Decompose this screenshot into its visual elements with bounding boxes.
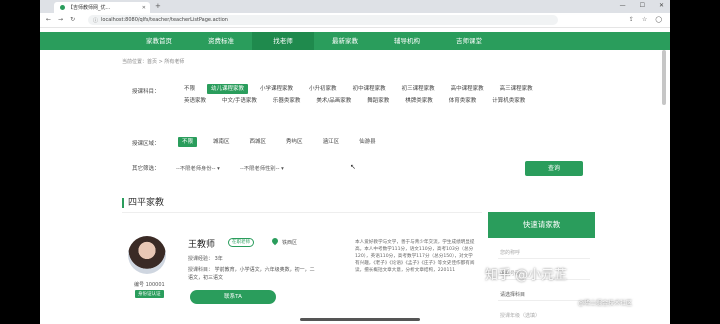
subject-option[interactable]: 乐器类家教 [269, 96, 305, 106]
browser-tab[interactable]: 【吉师教师网_优... ✕ [54, 2, 150, 13]
browser-window: 【吉师教师网_优... ✕ + — ☐ ✕ ← → ↻ ⓘ localhost:… [40, 0, 670, 324]
info-icon[interactable]: ⓘ [93, 17, 98, 24]
nav-pricing[interactable]: 资费标准 [190, 32, 252, 50]
nav-home[interactable]: 家教首页 [128, 32, 190, 50]
subject-option-selected[interactable]: 幼儿课程家教 [207, 84, 249, 94]
area-label: 授课区域： [132, 141, 160, 147]
subject-option[interactable]: 美术/品画家教 [312, 96, 355, 106]
teacher-name[interactable]: 王教师 [188, 237, 215, 250]
area-option[interactable]: 涵江区 [319, 137, 344, 147]
subject-option[interactable]: 棋牌类家教 [401, 96, 437, 106]
subject-label: 授课科目： [132, 89, 160, 95]
share-icon[interactable]: ⇪ [629, 16, 634, 23]
watermark-community: @稀土掘金技术社区 [578, 300, 633, 307]
subject-options: 不限 幼儿课程家教 小学课程家教 小升初家教 初中课程家教 初三课程家教 高中课… [180, 84, 570, 106]
location-pin-icon [270, 236, 280, 246]
subject-option[interactable]: 高三课程家教 [496, 84, 537, 94]
teacher-subjects: 授课科目： 学前教育，小学语文，六年级奥数，初一，二 [188, 267, 315, 273]
minimize-icon[interactable]: — [620, 2, 626, 9]
nav-classroom[interactable]: 吉师课堂 [438, 32, 500, 50]
gender-select[interactable]: --不限老师性别-- ▾ [240, 164, 284, 174]
area-options: 不限 城南区 西城区 秀屿区 涵江区 仙游县 [178, 137, 392, 147]
dropdown-caret-icon: ▾ [281, 166, 284, 172]
teacher-description: 本人爱好教学与文学，善于与青少年交流，学生成绩明显提高。本人中考数学111分，语… [355, 240, 475, 273]
subject-select[interactable]: 请选择科目 [500, 291, 525, 298]
address-bar[interactable]: ⓘ localhost:8080/qlfs/teacher/teacherLis… [88, 15, 558, 25]
mouse-cursor-icon: ↖ [350, 163, 356, 171]
grade-field[interactable]: 授课年级（选填） [500, 312, 540, 319]
subject-option[interactable]: 不限 [180, 84, 199, 94]
other-filter-label: 其它筛选： [132, 166, 160, 172]
subject-option[interactable]: 中文/手语家教 [218, 96, 261, 106]
verified-badge: 身份证认证 [135, 290, 164, 298]
dropdown-caret-icon: ▾ [217, 166, 220, 172]
teacher-subjects-cont: 语文，初三语文 [188, 275, 224, 281]
scrollbar[interactable] [662, 50, 666, 105]
section-title: 四平家教 [122, 198, 164, 208]
breadcrumb: 当前位置：首页 > 所有老师 [122, 59, 185, 65]
teacher-location: 铁西区 [282, 240, 298, 246]
identity-select-value: --不限老师身份-- [176, 166, 216, 172]
name-field[interactable]: 您的称呼 [500, 249, 520, 256]
nav-find-teacher[interactable]: 找老师 [252, 32, 314, 50]
subject-option[interactable]: 体育类家教 [445, 96, 481, 106]
subject-option[interactable]: 英语家教 [180, 96, 210, 106]
watermark: 知乎 @小元芷 [485, 268, 568, 283]
area-option[interactable]: 秀屿区 [282, 137, 307, 147]
subject-option[interactable]: 计算机类家教 [488, 96, 529, 106]
nav-latest[interactable]: 最新家教 [314, 32, 376, 50]
reload-icon[interactable]: ↻ [70, 16, 75, 23]
subject-option[interactable]: 小升初家教 [305, 84, 341, 94]
close-window-icon[interactable]: ✕ [659, 2, 664, 9]
area-option-selected[interactable]: 不限 [178, 137, 198, 147]
close-tab-icon[interactable]: ✕ [142, 5, 146, 11]
window-controls: — ☐ ✕ [620, 2, 664, 9]
teacher-avatar[interactable] [128, 236, 166, 274]
quick-request-title: 快速请家教 [488, 212, 595, 238]
url-text: localhost:8080/qlfs/teacher/teacherListP… [101, 17, 228, 23]
query-button[interactable]: 查询 [525, 161, 583, 176]
teacher-type-badge: 在职老师 [228, 238, 254, 247]
site-nav: 家教首页 资费标准 找老师 最新家教 辅导机构 吉师课堂 [40, 32, 670, 50]
subject-option[interactable]: 小学课程家教 [256, 84, 297, 94]
field-underline [498, 258, 590, 259]
nav-institutions[interactable]: 辅导机构 [376, 32, 438, 50]
subject-option[interactable]: 初中课程家教 [349, 84, 390, 94]
tab-title: 【吉师教师网_优... [68, 5, 111, 11]
teacher-experience: 授课经验： 3年 [188, 256, 223, 262]
subject-option[interactable]: 高中课程家教 [447, 84, 488, 94]
favicon-icon [60, 5, 65, 10]
subject-option[interactable]: 舞蹈家教 [363, 96, 393, 106]
address-toolbar: ← → ↻ ⓘ localhost:8080/qlfs/teacher/teac… [40, 13, 670, 28]
gender-select-value: --不限老师性别-- [240, 166, 280, 172]
field-underline [498, 300, 590, 301]
forward-icon[interactable]: → [58, 16, 63, 23]
area-option[interactable]: 城南区 [209, 137, 234, 147]
bookmark-star-icon[interactable]: ☆ [642, 16, 647, 23]
tab-bar: 【吉师教师网_优... ✕ + — ☐ ✕ [40, 0, 670, 13]
identity-select[interactable]: --不限老师身份-- ▾ [176, 164, 220, 174]
new-tab-icon[interactable]: + [155, 2, 161, 10]
maximize-icon[interactable]: ☐ [640, 2, 645, 9]
gesture-bar [300, 318, 420, 321]
area-option[interactable]: 仙游县 [355, 137, 380, 147]
contact-button[interactable]: 联系TA [190, 290, 276, 304]
back-icon[interactable]: ← [46, 16, 51, 23]
subject-option[interactable]: 初三课程家教 [398, 84, 439, 94]
teacher-id: 编号 100001 [134, 282, 165, 288]
divider [122, 212, 482, 213]
area-option[interactable]: 西城区 [246, 137, 271, 147]
profile-icon[interactable]: ◯ [655, 16, 662, 23]
